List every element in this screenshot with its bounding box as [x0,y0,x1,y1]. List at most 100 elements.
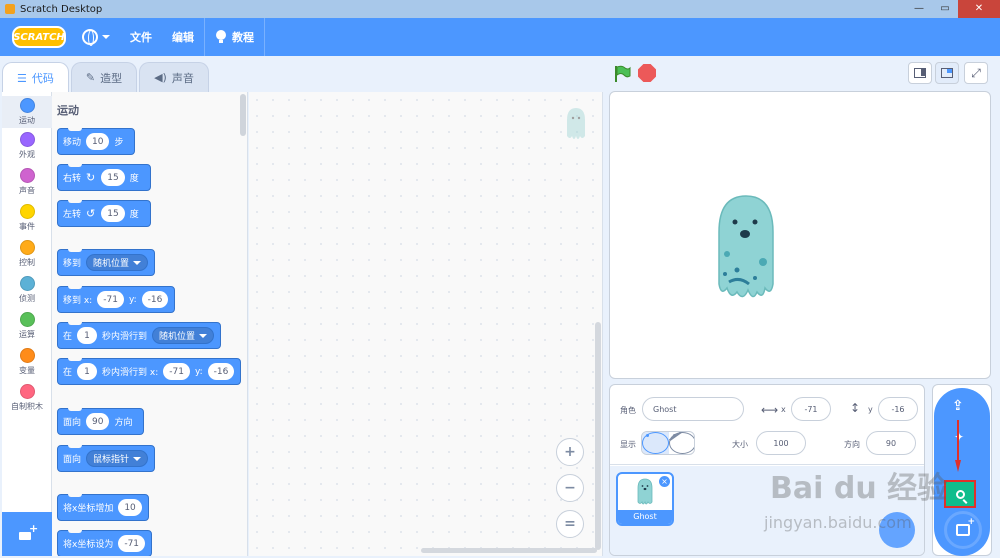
block-input[interactable]: 10 [118,499,142,516]
menu-divider [264,18,265,56]
block-text: 度 [129,174,139,184]
block-go-to[interactable]: 移到 随机位置 [57,249,156,276]
sprite-tile-ghost[interactable]: × Ghost [616,472,674,526]
category-my-blocks[interactable]: 自制积木 [2,384,52,412]
category-variables-dot [19,348,35,363]
block-turn-right[interactable]: 右转 ↻ 15 度 [57,164,151,191]
edit-menu[interactable]: 编辑 [162,18,204,56]
dropdown-value: 鼠标指针 [93,455,130,465]
add-extension-button[interactable] [2,512,52,556]
block-input[interactable]: -71 [97,291,124,308]
code-workspace[interactable]: + − = [249,92,603,556]
block-categories: 运动 外观 声音 事件 控制 侦测 运算 变量 自制积木 [2,92,52,512]
y-input[interactable]: -16 [878,397,918,421]
speaker-icon: ◀) [154,71,167,84]
sprite-name-input[interactable]: Ghost [642,397,744,421]
block-input[interactable]: -16 [207,363,235,380]
minimize-button[interactable]: — [906,0,932,18]
category-looks-dot [19,132,35,147]
category-looks[interactable]: 外观 [2,132,52,160]
language-menu[interactable] [72,18,120,56]
chevron-down-icon [102,35,110,39]
block-point-direction[interactable]: 面向 90 方向 [57,408,145,435]
upload-icon[interactable]: ⇪ [952,398,964,414]
close-button[interactable]: ✕ [958,0,1000,18]
block-set-x[interactable]: 将x坐标设为 -71 [57,530,153,556]
category-sound[interactable]: 声音 [2,168,52,196]
workspace-horizontal-scrollbar[interactable] [421,548,597,553]
scratch-desktop-window: Scratch Desktop — ▭ ✕ SCRATCH 文件 编辑 教程 ☰… [0,0,1000,558]
block-text: 左转 [63,210,82,220]
zoom-in-button[interactable]: + [556,438,584,466]
category-motion[interactable]: 运动 [2,96,52,128]
block-input[interactable]: 1 [77,363,98,380]
block-input[interactable]: -71 [163,363,190,380]
delete-sprite-button[interactable]: × [659,476,670,487]
sprite-list: × Ghost [610,466,924,555]
globe-icon [82,29,98,46]
lightbulb-icon [215,30,227,44]
stage[interactable] [609,91,991,379]
block-turn-left[interactable]: 左转 ↺ 15 度 [57,200,151,227]
block-text: 方向 [114,418,133,428]
direction-input[interactable]: 90 [866,431,916,455]
normal-stage-button[interactable] [935,62,959,84]
block-input[interactable]: 90 [86,413,110,430]
block-text: 移到 x: [63,296,93,306]
stop-icon[interactable] [638,64,656,82]
block-input[interactable]: 15 [101,205,125,222]
x-input[interactable]: -71 [791,397,831,421]
block-glide-to-xy[interactable]: 在 1 秒内滑行到 x: -71 y: -16 [57,358,242,385]
size-input[interactable]: 100 [756,431,806,455]
green-flag-icon[interactable] [613,65,631,83]
tab-code[interactable]: ☰ 代码 [2,62,69,93]
block-text: 步 [114,138,124,148]
block-input[interactable]: 10 [86,133,110,150]
tab-sounds[interactable]: ◀) 声音 [139,62,209,92]
tutorials-menu[interactable]: 教程 [205,18,264,56]
scratch-logo[interactable]: SCRATCH [12,26,66,48]
show-button[interactable] [642,432,669,454]
category-operators[interactable]: 运算 [2,312,52,340]
tab-costumes[interactable]: ✎ 造型 [70,62,138,92]
block-text: y: [128,294,137,305]
maximize-button[interactable]: ▭ [932,0,958,18]
block-go-to-xy[interactable]: 移到 x: -71 y: -16 [57,286,176,313]
block-input[interactable]: -71 [118,535,146,552]
block-input[interactable]: -16 [141,291,169,308]
choose-sprite-button[interactable] [944,511,982,549]
zoom-out-button[interactable]: − [556,474,584,502]
hide-button[interactable] [669,432,694,454]
block-change-x[interactable]: 将x坐标增加 10 [57,494,149,521]
block-input[interactable]: 1 [77,327,98,344]
category-events[interactable]: 事件 [2,204,52,232]
fullscreen-button[interactable]: ⤢ [964,62,988,84]
window-titlebar: Scratch Desktop — ▭ ✕ [0,0,1000,18]
choose-sprite-search-button[interactable] [944,480,976,508]
category-variables[interactable]: 变量 [2,348,52,376]
file-menu[interactable]: 文件 [120,18,162,56]
zoom-reset-button[interactable]: = [556,510,584,538]
category-label: 侦测 [19,294,35,303]
palette-scrollbar[interactable] [240,94,246,136]
sprite-tile-name: Ghost [618,510,672,524]
ghost-sprite[interactable] [715,192,777,304]
block-dropdown[interactable]: 鼠标指针 [86,450,149,467]
workspace-vertical-scrollbar[interactable] [595,322,601,550]
block-point-towards[interactable]: 面向 鼠标指针 [57,445,156,472]
choose-sprite-shadow-button [879,512,915,548]
block-dropdown[interactable]: 随机位置 [86,254,149,271]
chevron-down-icon [133,456,142,461]
block-dropdown[interactable]: 随机位置 [152,327,215,344]
eye-icon [642,432,669,454]
category-label: 运动 [19,116,35,125]
category-label: 声音 [19,186,35,195]
block-glide-to[interactable]: 在 1 秒内滑行到 随机位置 [57,322,222,349]
palette-section-title: 运动 [57,104,79,117]
category-control[interactable]: 控制 [2,240,52,268]
block-move-steps[interactable]: 移动 10 步 [57,128,136,155]
block-input[interactable]: 15 [101,169,125,186]
category-sensing[interactable]: 侦测 [2,276,52,304]
search-icon [955,489,965,499]
small-stage-button[interactable] [908,62,932,84]
